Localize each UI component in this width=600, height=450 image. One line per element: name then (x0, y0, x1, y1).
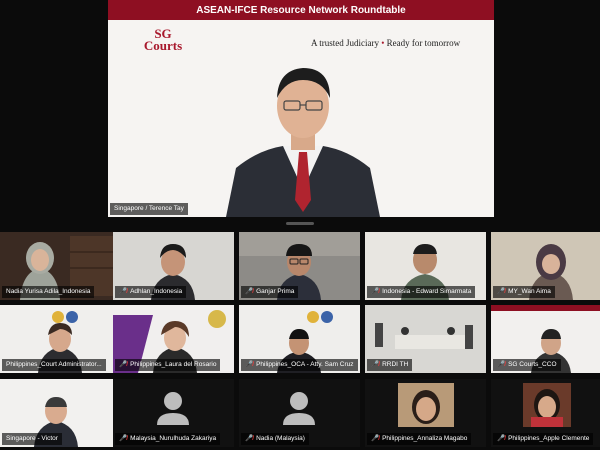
participant-name: 🎤̸ SG Courts_CCO (493, 359, 561, 371)
participant-name: Singapore - Victor (2, 433, 62, 445)
participant-tile[interactable]: 🎤̸ SG Courts_CCO (491, 305, 600, 373)
participant-name: Philippines_Court Administrator... (2, 359, 106, 371)
participant-name: 🎤̸ Indonesia - Edward Simarmata (367, 286, 476, 298)
participant-name: Nadia Yurisa Adila_Indonesia (2, 286, 95, 298)
active-speaker-video[interactable]: ASEAN-IFCE Resource Network Roundtable S… (108, 0, 494, 217)
participant-name: 🎤̸ Philippines_OCA - Atty. Sam Cruz (241, 359, 358, 371)
participant-name: 🎤̸ Adhlan_Indonesia (115, 286, 187, 298)
participant-tile[interactable]: 🎤̸ Philippines_OCA - Atty. Sam Cruz (239, 305, 360, 373)
participant-name: 🎤̸ Ganjar Prima (241, 286, 299, 298)
participant-tile[interactable]: Singapore - Victor (0, 379, 121, 447)
participant-name: 🎤̸ Malaysia_Nurulhuda Zakariya (115, 433, 221, 445)
participant-name: 🎤̸ Philippines_Annaliza Magabo (367, 433, 472, 445)
participant-name: 🎤̸ Philippines_Laura del Rosario (115, 359, 221, 371)
participant-tile[interactable]: 🎤̸ Nadia (Malaysia) (239, 379, 360, 447)
participant-tile[interactable]: 🎤̸ Philippines_Apple Clemente (491, 379, 600, 447)
participant-tile[interactable]: 🎤̸ RRDI TH (365, 305, 486, 373)
resize-handle[interactable] (286, 222, 314, 225)
participant-name: 🎤̸ Nadia (Malaysia) (241, 433, 309, 445)
participant-name: 🎤̸ RRDI TH (367, 359, 413, 371)
participant-tile[interactable]: 🎤̸ Philippines_Annaliza Magabo (365, 379, 486, 447)
participant-tile[interactable]: 🎤̸ Ganjar Prima (239, 232, 360, 300)
participant-tile[interactable]: Philippines_Court Administrator... (0, 305, 121, 373)
participant-tile[interactable]: 🎤̸ Indonesia - Edward Simarmata (365, 232, 486, 300)
participant-tile[interactable]: 🎤̸ Malaysia_Nurulhuda Zakariya (113, 379, 234, 447)
participant-name: 🎤̸ Philippines_Apple Clemente (493, 433, 594, 445)
participant-tile[interactable]: 🎤̸ Philippines_Laura del Rosario (113, 305, 234, 373)
speaker-figure (226, 68, 380, 217)
speaker-name-tag: Singapore / Terence Tay (110, 203, 188, 215)
participant-tile[interactable]: Nadia Yurisa Adila_Indonesia (0, 232, 121, 300)
participant-name: 🎤̸ MY_Wan Aima (493, 286, 555, 298)
participant-tile[interactable]: 🎤̸ Adhlan_Indonesia (113, 232, 234, 300)
participant-tile[interactable]: 🎤̸ MY_Wan Aima (491, 232, 600, 300)
